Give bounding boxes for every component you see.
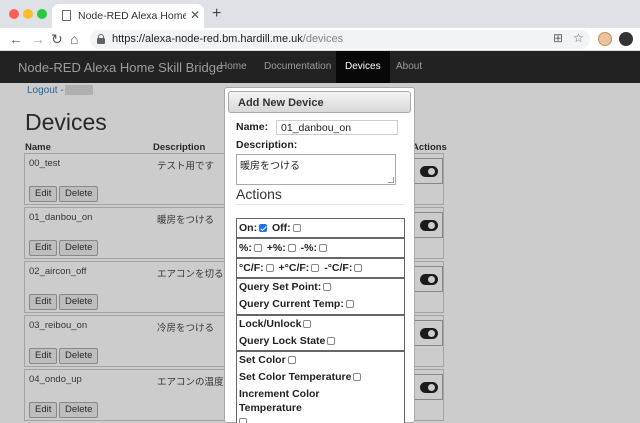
description-label: Description:: [236, 139, 298, 151]
action-line: On: Off:: [239, 222, 303, 234]
avatar[interactable]: [598, 32, 612, 46]
site-navbar: Node-RED Alexa Home Skill Bridge Home Do…: [0, 51, 640, 83]
minimize-window-button[interactable]: [23, 9, 33, 19]
action-line: Increment Color: [239, 388, 320, 400]
close-window-button[interactable]: [9, 9, 19, 19]
close-tab-icon[interactable]: ✕: [190, 8, 200, 22]
action-line: Temperature: [239, 402, 302, 414]
temperature-label: °C/F:: [239, 262, 264, 274]
action-group-color: Set Color Set Color Temperature Incremen…: [236, 351, 405, 423]
query-set-point-label: Query Set Point:: [239, 281, 322, 293]
increment-percent-checkbox[interactable]: [287, 244, 296, 252]
bookmark-star-icon[interactable]: ☆: [573, 31, 584, 45]
forward-icon[interactable]: →: [31, 30, 45, 48]
browser-toolbar: ← → ↻ ⌂ https://alexa-node-red.bm.hardil…: [0, 28, 640, 51]
set-color-temperature-label: Set Color Temperature: [239, 371, 352, 383]
address-bar[interactable]: https://alexa-node-red.bm.hardill.me.uk/…: [90, 30, 590, 49]
set-color-checkbox[interactable]: [287, 356, 296, 364]
nav-documentation[interactable]: Documentation: [264, 61, 331, 72]
lock-icon[interactable]: [97, 34, 105, 44]
decrement-temperature-label: -°C/F:: [324, 262, 353, 274]
action-line: Lock/Unlock: [239, 318, 313, 330]
browser-tab[interactable]: Node-RED Alexa Home Skill Br ✕: [52, 4, 204, 28]
on-checkbox[interactable]: [259, 224, 268, 232]
description-text: 暖房をつける: [240, 161, 300, 172]
on-label: On:: [239, 222, 258, 234]
action-group-percentage: %: +%: -%:: [236, 238, 405, 258]
temperature-checkbox[interactable]: [265, 264, 274, 272]
action-line: Query Lock State: [239, 335, 337, 347]
off-label: Off:: [272, 222, 291, 234]
action-line: Query Current Temp:: [239, 298, 356, 310]
increment-temperature-label: +°C/F:: [278, 262, 310, 274]
nav-about[interactable]: About: [396, 61, 422, 72]
increment-color-temperature-label-cont: Temperature: [239, 402, 302, 414]
lock-unlock-label: Lock/Unlock: [239, 318, 302, 330]
increment-temperature-checkbox[interactable]: [311, 264, 320, 272]
query-lock-state-label: Query Lock State: [239, 335, 326, 347]
query-current-temp-label: Query Current Temp:: [239, 298, 344, 310]
off-checkbox[interactable]: [292, 224, 301, 232]
nav-home[interactable]: Home: [220, 61, 247, 72]
percent-checkbox[interactable]: [253, 244, 262, 252]
percent-label: %:: [239, 242, 252, 254]
query-current-temp-checkbox[interactable]: [345, 300, 354, 308]
action-line: %: +%: -%:: [239, 242, 329, 254]
dialog-title[interactable]: Add New Device: [228, 91, 411, 113]
name-label: Name:: [236, 121, 269, 133]
decrement-percent-checkbox[interactable]: [319, 244, 327, 252]
nav-devices[interactable]: Devices: [336, 51, 390, 83]
query-set-point-checkbox[interactable]: [323, 283, 332, 291]
action-line: Query Set Point:: [239, 281, 333, 293]
action-group-power: On: Off:: [236, 218, 405, 238]
home-icon[interactable]: ⌂: [70, 30, 78, 48]
reload-icon[interactable]: ↻: [51, 30, 63, 48]
new-tab-icon[interactable]: +: [212, 5, 221, 23]
page-icon: [62, 10, 71, 21]
maximize-window-button[interactable]: [37, 9, 47, 19]
back-icon[interactable]: ←: [9, 30, 23, 48]
actions-heading: Actions: [236, 186, 282, 202]
set-color-temperature-checkbox[interactable]: [353, 373, 362, 381]
extension-icon[interactable]: [619, 32, 633, 46]
browser-tab-bar: Node-RED Alexa Home Skill Br ✕ +: [0, 0, 640, 28]
action-line: Set Color: [239, 354, 298, 366]
action-group-lock: Lock/Unlock Query Lock State: [236, 315, 405, 351]
increment-percent-label: +%:: [266, 242, 286, 254]
divider: [236, 204, 404, 205]
lock-unlock-checkbox[interactable]: [303, 320, 312, 328]
translate-icon[interactable]: ⊞: [553, 31, 563, 45]
query-lock-state-checkbox[interactable]: [327, 337, 336, 345]
add-device-dialog: Add New Device Name: Description: 暖房をつける…: [224, 87, 415, 423]
increment-color-temperature-checkbox[interactable]: [239, 418, 247, 423]
name-field[interactable]: [276, 120, 398, 135]
increment-color-temperature-label: Increment Color: [239, 388, 320, 400]
action-line: [239, 416, 249, 423]
action-line: °C/F: +°C/F: -°C/F:: [239, 262, 364, 274]
action-group-temperature: °C/F: +°C/F: -°C/F:: [236, 258, 405, 278]
resize-handle-icon[interactable]: [388, 177, 394, 183]
decrement-percent-label: -%:: [300, 242, 317, 254]
url-text[interactable]: https://alexa-node-red.bm.hardill.me.uk/…: [112, 33, 343, 45]
action-line: Set Color Temperature: [239, 371, 363, 383]
description-field[interactable]: 暖房をつける: [236, 154, 396, 185]
set-color-label: Set Color: [239, 354, 286, 366]
decrement-temperature-checkbox[interactable]: [354, 264, 363, 272]
action-group-query-temp: Query Set Point: Query Current Temp:: [236, 278, 405, 315]
tab-title: Node-RED Alexa Home Skill Br: [78, 10, 186, 22]
site-brand[interactable]: Node-RED Alexa Home Skill Bridge: [18, 60, 223, 75]
